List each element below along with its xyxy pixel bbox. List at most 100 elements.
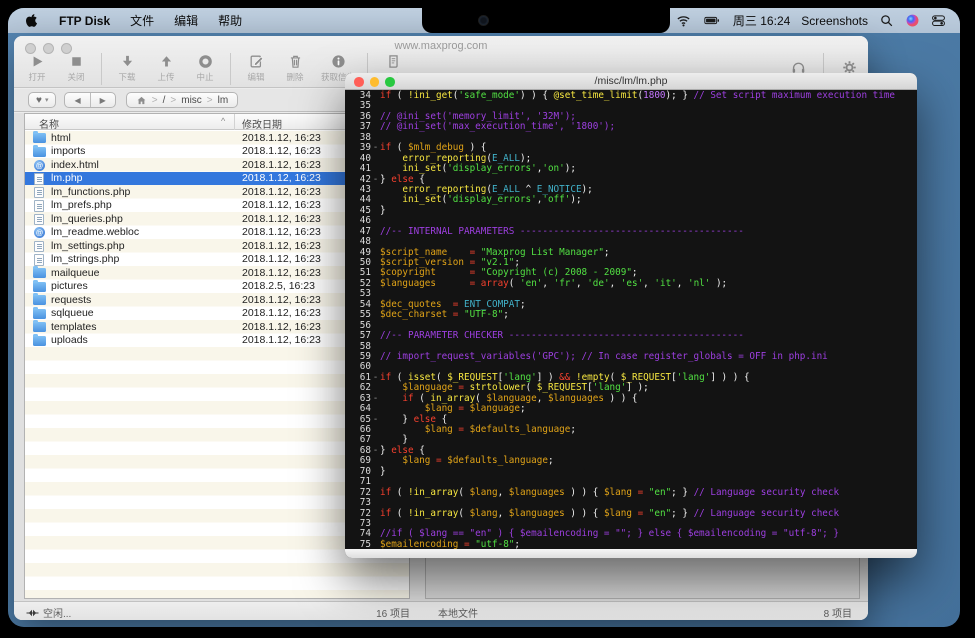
play-button[interactable]: 打开	[24, 53, 50, 83]
column-header-date[interactable]: 修改日期	[242, 116, 282, 131]
file-name: lm_settings.php	[51, 240, 125, 252]
stop-icon	[68, 53, 85, 70]
delete-button[interactable]: 删除	[282, 53, 308, 83]
chevron-right-icon: >	[170, 95, 176, 106]
fold-marker[interactable]: -	[371, 373, 380, 383]
siri-icon[interactable]	[905, 13, 920, 28]
code-text: }	[380, 206, 386, 216]
fold-marker	[371, 164, 380, 174]
menu-edit[interactable]: 编辑	[174, 12, 198, 29]
folder-icon	[33, 335, 46, 346]
file-date: 2018.1.12, 16:23	[242, 199, 321, 211]
forward-button[interactable]: ▶	[91, 96, 115, 105]
fold-marker[interactable]: -	[371, 394, 380, 404]
abort-icon	[197, 53, 214, 70]
code-editor-area[interactable]: 34if ( !ini_get('safe_mode') ) { @set_ti…	[345, 90, 917, 549]
abort-button[interactable]: 中止	[192, 53, 218, 83]
code-text: ini_set('display_errors','off');	[380, 195, 582, 205]
file-name: uploads	[51, 334, 88, 346]
local-item-count: 8 项目	[824, 605, 852, 620]
download-button[interactable]: 下载	[114, 53, 140, 83]
fold-marker	[371, 540, 380, 549]
upload-icon	[158, 53, 175, 70]
code-text: $dec_charset = "UTF-8";	[380, 310, 509, 320]
code-text: //-- INTERNAL PARAMETERS ---------------…	[380, 227, 744, 237]
fold-marker	[371, 112, 380, 122]
ftp-statusbar: 空闲... 16 项目 本地文件 8 项目	[14, 601, 868, 620]
code-text: if ( !in_array( $lang, $languages ) ) { …	[380, 509, 839, 519]
control-center-icon[interactable]	[931, 13, 946, 28]
camera-icon	[479, 16, 488, 25]
battery-icon[interactable]	[702, 13, 722, 28]
history-buttons: ◀ ▶	[64, 92, 115, 108]
file-date: 2018.1.12, 16:23	[242, 186, 321, 198]
heart-icon: ♥	[36, 95, 42, 106]
edit-button[interactable]: 编辑	[243, 53, 269, 83]
editor-window-title: /misc/lm/lm.php	[345, 75, 917, 87]
column-divider[interactable]	[234, 114, 235, 130]
download-icon	[119, 53, 136, 70]
toolbar-item-label: 编辑	[247, 71, 264, 83]
wifi-icon[interactable]	[676, 13, 691, 28]
fold-marker[interactable]: -	[371, 143, 380, 153]
chevron-down-icon: ▾	[45, 96, 49, 104]
toolbar-separator	[230, 53, 231, 85]
file-date: 2018.1.12, 16:23	[242, 321, 321, 333]
clock[interactable]: 周三 16:24	[733, 12, 790, 29]
doc-icon	[33, 254, 46, 265]
breadcrumb-item[interactable]: misc	[181, 95, 202, 106]
app-menu-title[interactable]: FTP Disk	[59, 14, 110, 28]
fold-marker	[371, 258, 380, 268]
line-number: 75	[345, 540, 371, 549]
code-text: }	[380, 467, 386, 477]
toolbar-item-label: 中止	[196, 71, 213, 83]
menu-file[interactable]: 文件	[130, 12, 154, 29]
upload-button[interactable]: 上传	[153, 53, 179, 83]
favorites-button[interactable]: ♥ ▾	[28, 92, 56, 108]
globe-icon: @	[33, 160, 46, 171]
file-date: 2018.1.12, 16:23	[242, 159, 321, 171]
fold-marker[interactable]: -	[371, 446, 380, 456]
fold-marker	[371, 529, 380, 539]
code-line: 55$dec_charset = "UTF-8";	[345, 310, 917, 320]
home-icon[interactable]	[136, 95, 147, 106]
code-line: 57//-- PARAMETER CHECKER ---------------…	[345, 331, 917, 341]
column-header-name[interactable]: 名称	[39, 116, 59, 131]
stop-button[interactable]: 关闭	[63, 53, 89, 83]
menu-help[interactable]: 帮助	[218, 12, 242, 29]
fold-marker	[371, 425, 380, 435]
editor-titlebar[interactable]: /misc/lm/lm.php	[345, 73, 917, 90]
file-date: 2018.1.12, 16:23	[242, 307, 321, 319]
sort-indicator-icon[interactable]: ^	[221, 116, 225, 126]
line-number: 48	[345, 237, 371, 247]
fold-marker	[371, 321, 380, 331]
file-date: 2018.1.12, 16:23	[242, 172, 321, 184]
fold-marker	[371, 342, 380, 352]
code-line: 45}	[345, 206, 917, 216]
code-line: 67 }	[345, 435, 917, 445]
remote-item-count: 16 项目	[324, 605, 410, 620]
fold-marker	[371, 237, 380, 247]
fold-marker[interactable]: -	[371, 415, 380, 425]
fold-marker[interactable]: -	[371, 175, 380, 185]
globe-icon: @	[33, 227, 46, 238]
screenshots-menu-extra[interactable]: Screenshots	[801, 14, 868, 28]
code-line: 34if ( !ini_get('safe_mode') ) { @set_ti…	[345, 91, 917, 101]
screen: FTP Disk 文件 编辑 帮助 周三 16:24 Screenshots	[8, 8, 960, 627]
fold-marker	[371, 195, 380, 205]
file-date: 2018.1.12, 16:23	[242, 226, 321, 238]
play-icon	[29, 53, 46, 70]
file-date: 2018.1.12, 16:23	[242, 145, 321, 157]
folder-icon	[33, 295, 46, 306]
search-icon[interactable]	[879, 13, 894, 28]
code-text: $lang = $defaults_language;	[380, 456, 554, 466]
breadcrumb-item[interactable]: /	[163, 95, 166, 106]
back-button[interactable]: ◀	[65, 96, 89, 105]
code-text: $languages = array( 'en', 'fr', 'de', 'e…	[380, 279, 727, 289]
ftp-window-title: www.maxprog.com	[14, 40, 868, 52]
fold-marker	[371, 310, 380, 320]
breadcrumb-item[interactable]: lm	[218, 95, 229, 106]
fold-marker	[371, 300, 380, 310]
apple-icon[interactable]	[24, 13, 39, 28]
file-name: mailqueue	[51, 267, 99, 279]
